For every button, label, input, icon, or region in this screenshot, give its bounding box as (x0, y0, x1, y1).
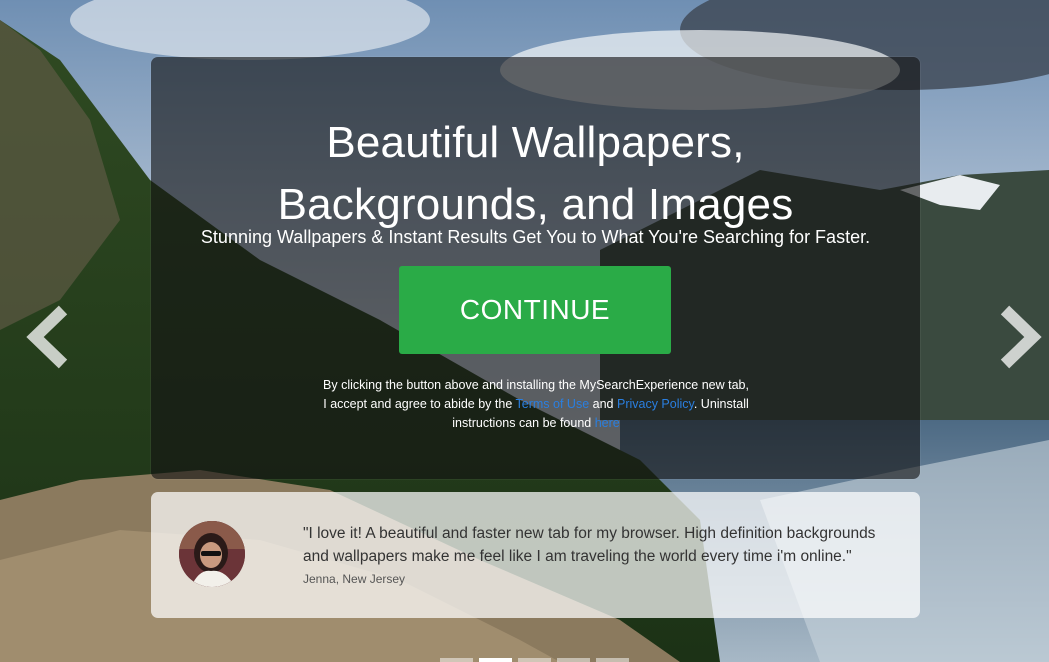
hero-title-line1: Beautiful Wallpapers, (326, 118, 745, 167)
hero-title: Beautiful Wallpapers, Backgrounds, and I… (151, 112, 920, 236)
hero-panel: Beautiful Wallpapers, Backgrounds, and I… (151, 57, 920, 479)
hero-subtitle: Stunning Wallpapers & Instant Results Ge… (200, 227, 871, 247)
chevron-right-icon (1000, 305, 1042, 369)
carousel-indicators (440, 658, 629, 662)
testimonial-card: "I love it! A beautiful and faster new t… (151, 492, 920, 618)
privacy-policy-link[interactable]: Privacy Policy (617, 397, 694, 411)
carousel-indicator[interactable] (596, 658, 629, 662)
testimonial-quote: "I love it! A beautiful and faster new t… (303, 525, 876, 565)
carousel-next-button[interactable] (997, 304, 1043, 370)
legal-and-text: and (589, 397, 617, 411)
chevron-left-icon (26, 305, 68, 369)
carousel-indicator-active[interactable] (479, 658, 512, 662)
hero-title-line2: Backgrounds, and Images (277, 180, 794, 229)
avatar (179, 521, 245, 587)
carousel-indicator[interactable] (518, 658, 551, 662)
legal-notice: By clicking the button above and install… (321, 376, 751, 433)
uninstall-here-link[interactable]: here (595, 416, 620, 430)
testimonial-author: Jenna, New Jersey (303, 572, 406, 586)
carousel-indicator[interactable] (440, 658, 473, 662)
carousel-prev-button[interactable] (25, 304, 71, 370)
continue-button[interactable]: CONTINUE (399, 266, 671, 354)
carousel-indicator[interactable] (557, 658, 590, 662)
terms-of-use-link[interactable]: Terms of Use (516, 397, 590, 411)
